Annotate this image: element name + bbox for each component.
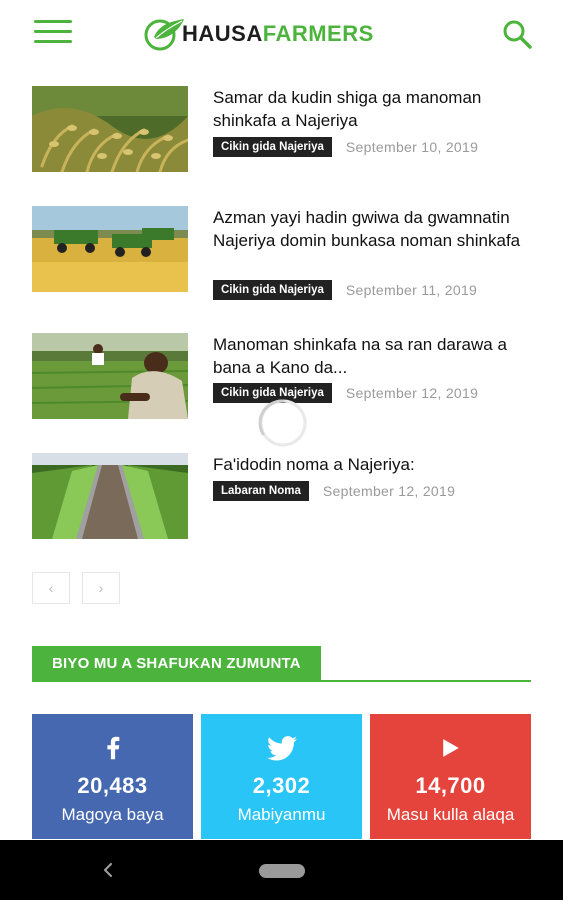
twitter-icon: [201, 732, 362, 764]
twitter-count: 2,302: [252, 773, 311, 798]
article-date: September 12, 2019: [322, 483, 456, 499]
facebook-button[interactable]: 20,483 Magoya baya: [32, 714, 193, 839]
facebook-label: Magoya baya: [61, 805, 164, 824]
youtube-button[interactable]: 14,700 Masu kulla alaqa: [370, 714, 531, 839]
social-section-header: BIYO MU A SHAFUKAN ZUMUNTA: [32, 646, 531, 682]
facebook-count: 20,483: [77, 773, 148, 798]
article-title[interactable]: Samar da kudin shiga ga manoman shinkafa…: [213, 86, 533, 132]
article-date: September 11, 2019: [345, 282, 478, 298]
logo-farmers: FARMERS: [262, 21, 374, 46]
youtube-label: Masu kulla alaqa: [386, 805, 515, 824]
hamburger-menu-icon[interactable]: [34, 20, 72, 48]
next-page-button[interactable]: ›: [82, 572, 120, 604]
article-title[interactable]: Azman yayi hadin gwiwa da gwamnatin Naje…: [213, 206, 533, 252]
article-title[interactable]: Manoman shinkafa na sa ran darawa a bana…: [213, 333, 533, 379]
article-date: September 12, 2019: [345, 385, 479, 401]
loading-spinner-icon: [256, 396, 310, 450]
back-chevron-icon[interactable]: [96, 858, 120, 882]
home-pill-button[interactable]: [259, 864, 305, 878]
crop-rows-image: [32, 453, 188, 539]
article-title[interactable]: Fa'idodin noma a Najeriya:: [213, 453, 533, 476]
combine-harvester-image: [32, 206, 188, 292]
system-nav-bar: [0, 840, 563, 900]
category-badge[interactable]: Cikin gida Najeriya: [213, 280, 332, 300]
article-thumbnail[interactable]: [32, 86, 188, 172]
logo-text: HAUSAFARMERS: [182, 21, 374, 47]
search-icon[interactable]: [501, 18, 533, 50]
article-thumbnail[interactable]: [32, 453, 188, 539]
app-header: HAUSAFARMERS: [0, 0, 563, 68]
article-thumbnail[interactable]: [32, 206, 188, 292]
category-badge[interactable]: Cikin gida Najeriya: [213, 137, 332, 157]
twitter-button[interactable]: 2,302 Mabiyanmu: [201, 714, 362, 839]
twitter-label: Mabiyanmu: [237, 805, 326, 824]
section-title: BIYO MU A SHAFUKAN ZUMUNTA: [32, 646, 321, 680]
article-meta: Cikin gida Najeriya September 12, 2019: [213, 383, 478, 403]
prev-page-button[interactable]: ‹: [32, 572, 70, 604]
youtube-count: 14,700: [415, 773, 486, 798]
logo-hausa: HAUSA: [182, 21, 263, 46]
article-thumbnail[interactable]: [32, 333, 188, 419]
article-meta: Cikin gida Najeriya September 11, 2019: [213, 280, 477, 300]
category-badge[interactable]: Labaran Noma: [213, 481, 309, 501]
youtube-icon: [370, 732, 531, 764]
rice-paddy-image: [32, 86, 188, 172]
leaf-logo-icon: [144, 19, 184, 51]
site-logo[interactable]: HAUSAFARMERS: [140, 16, 374, 52]
farmer-field-image: [32, 333, 188, 419]
facebook-icon: [32, 732, 193, 764]
article-date: September 10, 2019: [345, 139, 479, 155]
article-meta: Labaran Noma September 12, 2019: [213, 481, 455, 501]
article-meta: Cikin gida Najeriya September 10, 2019: [213, 137, 478, 157]
